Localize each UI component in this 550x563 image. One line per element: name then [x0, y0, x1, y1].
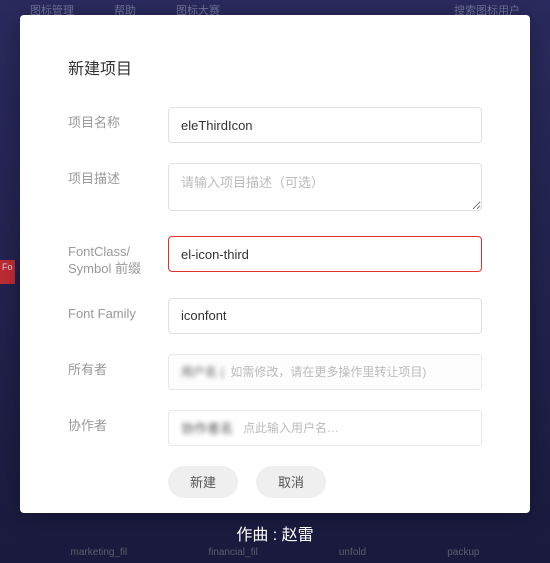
modal-title: 新建项目 — [68, 55, 482, 79]
fontfamily-label: Font Family — [68, 298, 168, 323]
project-desc-input[interactable] — [168, 163, 482, 211]
cancel-button[interactable]: 取消 — [256, 466, 326, 498]
background-bottom-items: marketing_fil financial_fil unfold packu… — [0, 547, 550, 558]
collaborator-label: 协作者 — [68, 410, 168, 435]
modal-button-row: 新建 取消 — [168, 466, 482, 498]
create-project-modal: 新建项目 项目名称 项目描述 FontClass/ Symbol 前缀 Font… — [20, 15, 530, 513]
project-desc-label: 项目描述 — [68, 163, 168, 188]
project-name-label: 项目名称 — [68, 107, 168, 132]
background-red-tag: Fo — [0, 260, 15, 284]
collaborator-placeholder: 点此输入用户名… — [243, 419, 339, 436]
owner-hint: 如需修改，请在更多操作里转让项目) — [230, 363, 426, 380]
owner-value-blurred: 用户名 ( — [181, 363, 224, 380]
fontclass-input[interactable] — [168, 236, 482, 272]
fontfamily-row: Font Family — [68, 298, 482, 334]
collaborator-existing-blurred: 协作者名 — [181, 418, 233, 437]
owner-row: 所有者 用户名 ( 如需修改，请在更多操作里转让项目) — [68, 354, 482, 390]
fontclass-row: FontClass/ Symbol 前缀 — [68, 236, 482, 278]
create-button[interactable]: 新建 — [168, 466, 238, 498]
collaborator-input[interactable]: 协作者名 点此输入用户名… — [168, 410, 482, 446]
music-player-text: 作曲 : 赵雷 — [0, 521, 550, 545]
owner-label: 所有者 — [68, 354, 168, 379]
fontfamily-input[interactable] — [168, 298, 482, 334]
project-name-row: 项目名称 — [68, 107, 482, 143]
fontclass-label: FontClass/ Symbol 前缀 — [68, 236, 168, 278]
project-name-input[interactable] — [168, 107, 482, 143]
project-desc-row: 项目描述 — [68, 163, 482, 216]
collaborator-row: 协作者 协作者名 点此输入用户名… — [68, 410, 482, 446]
owner-display: 用户名 ( 如需修改，请在更多操作里转让项目) — [168, 354, 482, 390]
